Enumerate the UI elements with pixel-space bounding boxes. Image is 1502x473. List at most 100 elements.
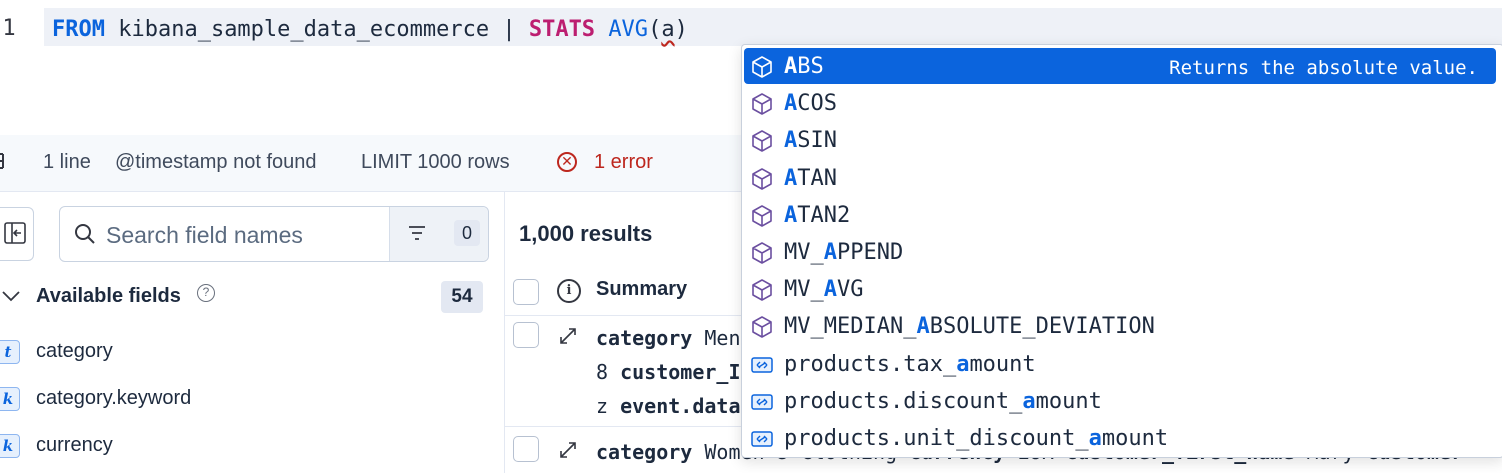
suggestion-item[interactable]: products.discount_amount [744, 383, 1496, 419]
suggestion-label: ASIN [784, 128, 837, 153]
suggestion-match: a [1022, 388, 1036, 414]
line-number: 1 [2, 16, 16, 41]
suggestion-label: ACOS [784, 91, 837, 116]
field-type-filter-button[interactable]: 0 [389, 207, 488, 261]
function-avg: AVG [608, 17, 649, 42]
field-icon [750, 427, 774, 451]
suggestion-match: A [784, 91, 798, 117]
function-cube-icon [750, 92, 774, 116]
suggestion-prefix: products.unit_discount_ [784, 426, 1089, 451]
error-argument: a [661, 17, 675, 42]
collapse-sidebar-button[interactable] [0, 207, 34, 261]
suggestion-suffix: TAN2 [797, 202, 851, 228]
suggestion-suffix: COS [797, 91, 837, 117]
field-item[interactable]: k currency [0, 426, 500, 466]
suggestion-match: A [823, 277, 837, 303]
select-all-checkbox[interactable] [513, 279, 539, 305]
suggestion-label: ABS [784, 54, 824, 79]
keyword-from: FROM [52, 17, 105, 42]
field-item[interactable]: t category [0, 332, 500, 372]
row-checkbox[interactable] [513, 322, 539, 348]
results-count: 1,000 results [519, 221, 653, 246]
suggestion-item[interactable]: MV_MEDIAN_ABSOLUTE_DEVIATION [744, 308, 1496, 344]
suggestion-item[interactable]: ABS Returns the absolute value. [744, 48, 1496, 84]
suggestion-suffix: TAN [797, 165, 837, 191]
query-text[interactable]: FROM kibana_sample_data_ecommerce | STAT… [52, 17, 688, 42]
limit-status: LIMIT 1000 rows [361, 151, 510, 173]
info-icon[interactable]: i [557, 279, 581, 303]
suggestion-item[interactable]: MV_APPEND [744, 234, 1496, 270]
suggestion-item[interactable]: products.tax_amount [744, 346, 1496, 382]
field-key: category [596, 440, 693, 464]
field-value: z [596, 394, 621, 418]
suggestion-prefix: products.discount_ [784, 388, 1023, 414]
index-name: kibana_sample_data_ecommerce | [104, 17, 529, 42]
suggestion-label: MV_APPEND [784, 240, 903, 265]
suggestion-suffix: BSOLUTE_DEVIATION [929, 314, 1155, 340]
editor-line[interactable]: 1 FROM kibana_sample_data_ecommerce | ST… [0, 8, 1502, 46]
function-cube-icon [750, 55, 774, 79]
suggestion-label: ATAN2 [784, 203, 850, 228]
suggestion-prefix: MV_ [784, 277, 824, 303]
available-fields-count: 54 [441, 281, 483, 313]
keyword-stats: STATS [528, 17, 596, 42]
expand-row-icon[interactable] [558, 440, 578, 460]
field-item[interactable]: k category.keyword [0, 379, 500, 419]
suggestion-prefix: products.tax_ [784, 351, 957, 377]
filter-icon [409, 226, 425, 240]
field-value: 8 [596, 360, 621, 384]
error-count-button[interactable]: 1 error [594, 151, 653, 174]
suggestion-label: products.unit_discount_amount [784, 426, 1168, 451]
suggestion-match: A [823, 240, 837, 265]
suggestion-label: MV_MEDIAN_ABSOLUTE_DEVIATION [784, 314, 1155, 339]
field-icon [750, 353, 774, 377]
function-cube-icon [750, 241, 774, 265]
suggestion-item[interactable]: ATAN2 [744, 197, 1496, 233]
row-summary-line: category Men [596, 326, 741, 350]
suggestion-label: MV_AVG [784, 277, 864, 302]
field-search-box[interactable]: Search field names 0 [59, 206, 489, 262]
expand-row-icon[interactable] [558, 326, 578, 346]
suggestion-label: ATAN [784, 166, 837, 191]
suggestion-suffix: mount [1035, 388, 1102, 414]
suggestion-item[interactable]: ASIN [744, 122, 1496, 158]
field-key: category [596, 326, 693, 350]
function-cube-icon [750, 278, 774, 302]
suggestion-item[interactable]: products.unit_discount_amount [744, 420, 1496, 456]
help-icon[interactable]: ? [197, 284, 215, 302]
suggestion-label: products.discount_amount [784, 389, 1102, 414]
field-value: Men [692, 326, 741, 350]
field-name: currency [36, 434, 113, 456]
chevron-down-icon[interactable] [2, 290, 20, 302]
function-cube-icon [750, 167, 774, 191]
search-field-input[interactable]: Search field names [106, 222, 303, 249]
row-checkbox[interactable] [513, 436, 539, 462]
function-cube-icon [750, 129, 774, 153]
field-name: category [36, 340, 113, 362]
suggestion-suffix: VG [837, 277, 864, 303]
suggestion-match: A [916, 314, 930, 340]
summary-column-header[interactable]: Summary [596, 278, 687, 301]
collapse-left-icon [4, 222, 26, 244]
paren-close: ) [674, 17, 688, 42]
suggestion-detail: Returns the absolute value. [1169, 57, 1478, 79]
suggestion-suffix: BS [797, 54, 824, 79]
suggestion-suffix: mount [969, 351, 1036, 377]
available-fields-title[interactable]: Available fields [36, 285, 181, 308]
keyword-type-icon: k [0, 387, 20, 411]
field-key: event.data [620, 394, 741, 418]
suggestion-prefix: MV_MEDIAN_ [784, 314, 917, 340]
suggestion-match: a [956, 351, 970, 377]
row-summary-line: 8 customer_I [596, 360, 741, 384]
suggestion-item[interactable]: MV_AVG [744, 271, 1496, 307]
autocomplete-popup[interactable]: ABS Returns the absolute value. ACOS ASIN AT… [741, 44, 1502, 458]
suggestion-suffix: SIN [797, 128, 837, 154]
suggestion-item[interactable]: ACOS [744, 85, 1496, 121]
suggestion-item[interactable]: ATAN [744, 160, 1496, 196]
line-count: 1 line [43, 151, 91, 173]
timestamp-status: @timestamp not found [115, 151, 317, 173]
filter-count-badge: 0 [454, 220, 480, 246]
error-circle-icon[interactable]: ✕ [557, 152, 577, 172]
text-type-icon: t [0, 340, 20, 364]
